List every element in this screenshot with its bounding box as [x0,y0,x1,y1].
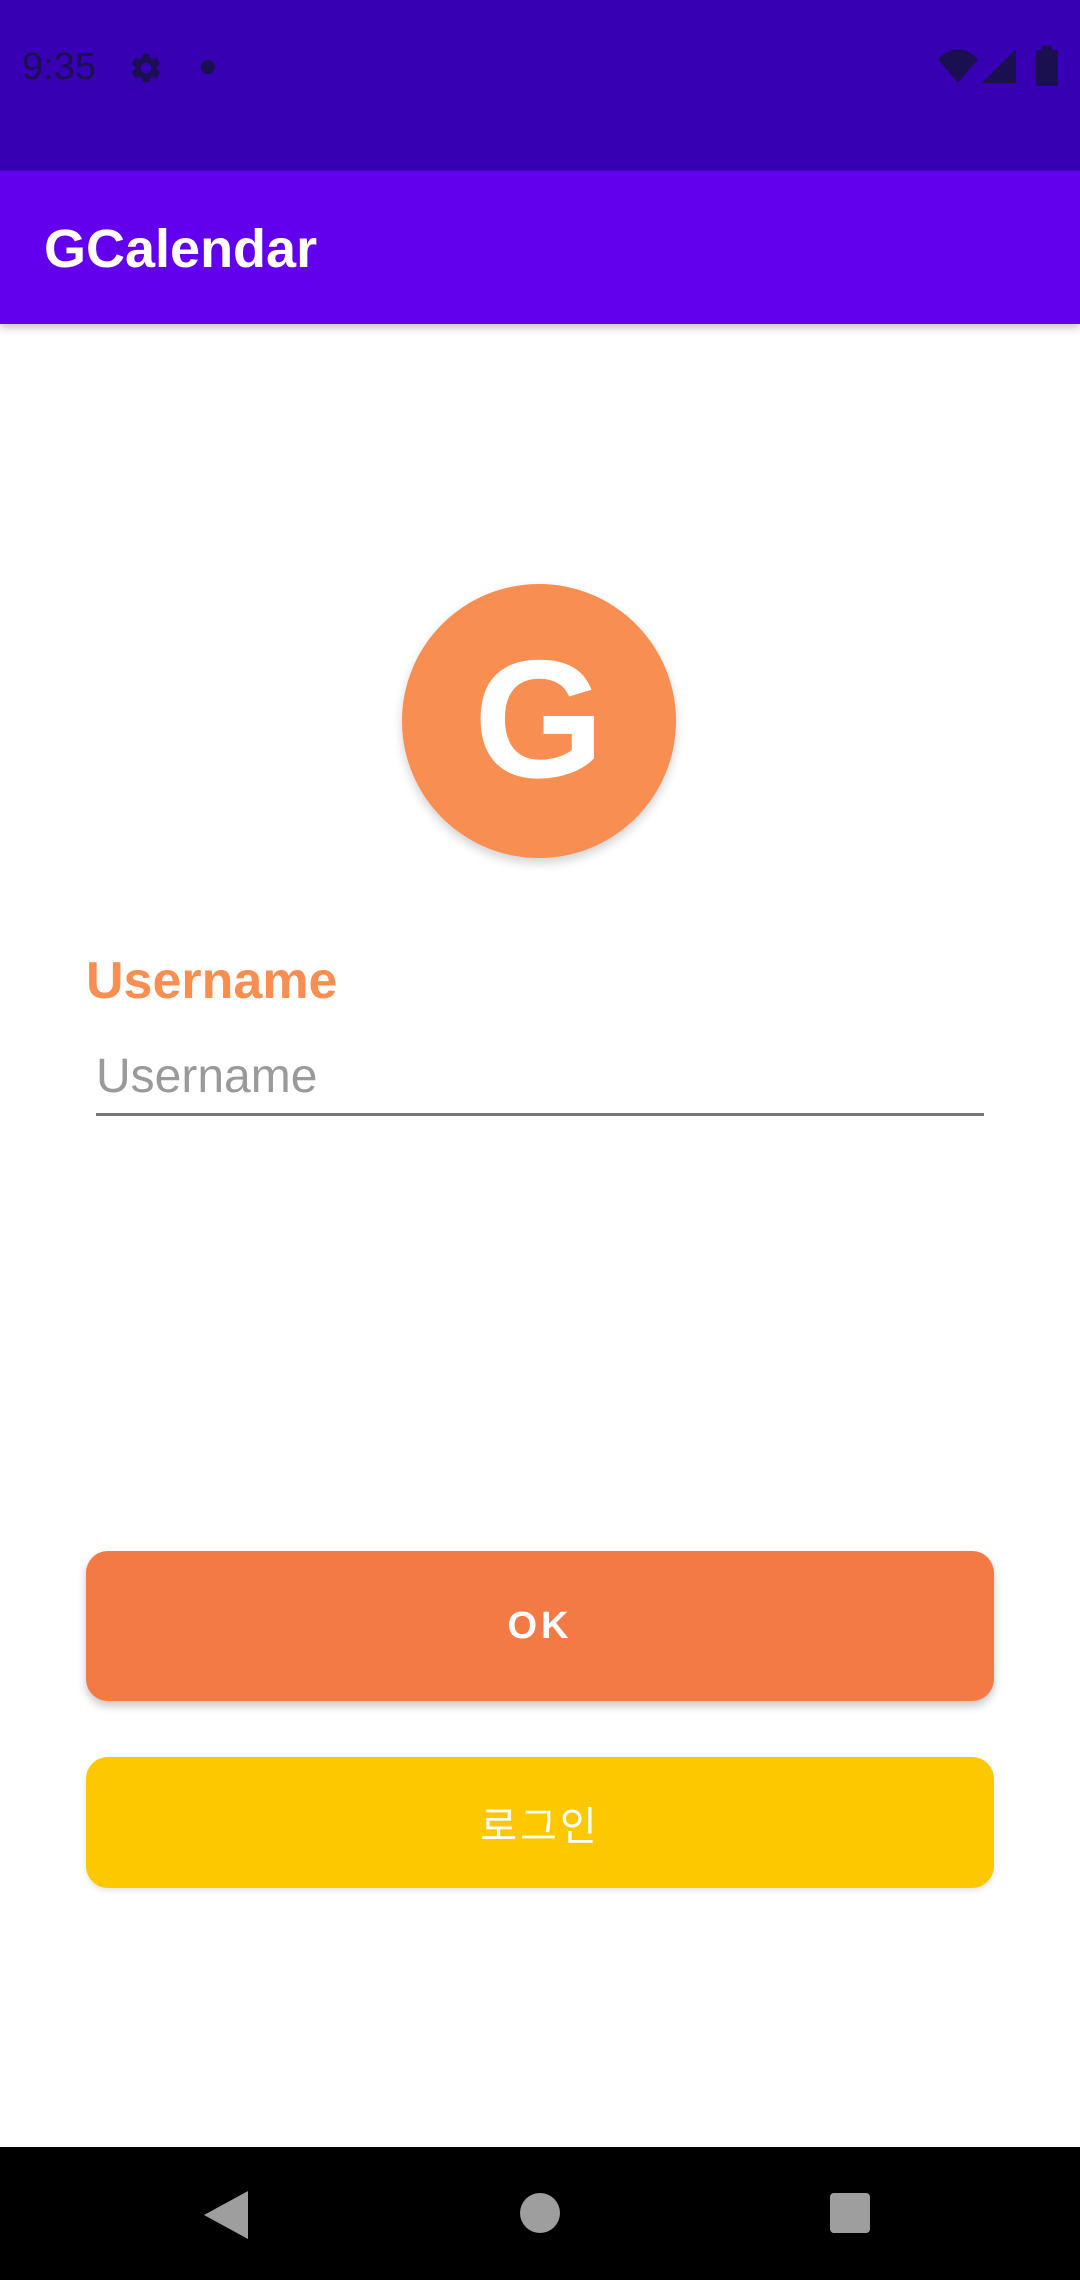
status-bar: 9:35 [0,0,1080,171]
recents-icon[interactable] [830,2193,870,2233]
status-time: 9:35 [22,46,96,88]
notification-dot-icon [201,60,215,74]
signal-icon [982,49,1016,83]
home-icon[interactable] [520,2193,560,2233]
avatar: G [402,584,676,858]
wifi-icon [938,49,978,83]
navigation-bar [0,2147,1080,2280]
ok-button[interactable]: OK [86,1551,994,1701]
app-title: GCalendar [44,219,318,279]
battery-icon [1036,46,1058,86]
avatar-letter: G [473,625,605,813]
login-button[interactable]: 로그인 [86,1757,994,1888]
gear-icon [131,53,161,83]
back-icon[interactable] [204,2191,248,2239]
username-label: Username [86,952,338,1010]
username-input[interactable] [96,1040,984,1116]
app-bar: GCalendar [0,171,1080,324]
login-screen: 9:35 GCalendar G Username OK 로그인 [0,0,1080,2280]
